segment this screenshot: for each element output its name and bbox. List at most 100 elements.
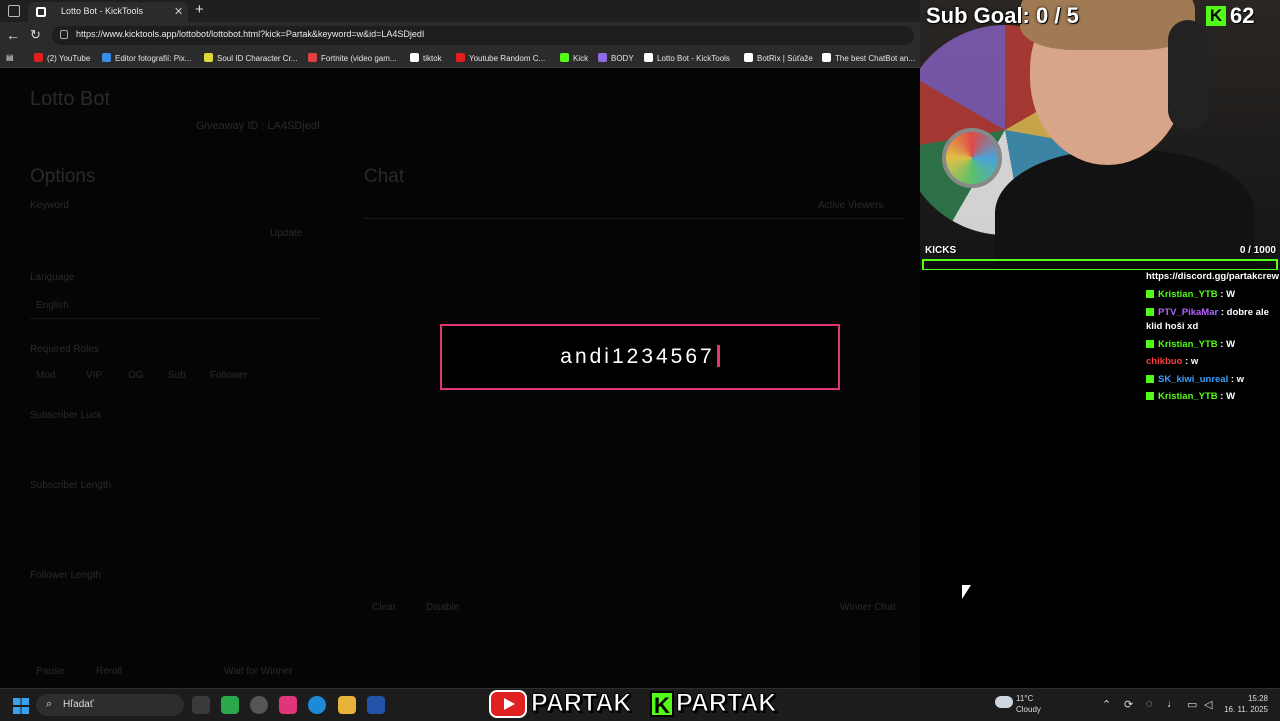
taskbar-search[interactable]: ⌕ Hľadať <box>36 694 184 716</box>
new-tab-icon[interactable]: + <box>195 1 204 18</box>
network-icon[interactable]: ▭ <box>1187 698 1197 711</box>
tab-close-icon[interactable]: ✕ <box>174 5 183 18</box>
role-sub-toggle[interactable]: Sub <box>168 370 186 381</box>
kick-brand-icon: K <box>650 691 674 718</box>
chat-text: : w <box>1182 356 1199 367</box>
chat-username: PTV_PikaMar <box>1158 306 1219 318</box>
bookmark-item[interactable]: tiktok <box>410 53 442 63</box>
bookmark-label: Kick <box>573 54 589 63</box>
cloudy-weather-icon[interactable] <box>995 696 1013 708</box>
kick-badge-icon <box>1146 392 1154 400</box>
chat-text: : W <box>1217 391 1236 402</box>
chat-message: SK_kiwi_unreal : w <box>1146 371 1278 389</box>
bookmark-favicon-icon <box>822 53 831 62</box>
language-select[interactable]: English <box>36 300 69 311</box>
role-og-toggle[interactable]: OG <box>128 370 144 381</box>
chat-username: Kristian_YTB <box>1158 391 1218 402</box>
task-view-icon[interactable] <box>192 696 210 714</box>
volume-icon[interactable]: ◁ <box>1204 698 1212 711</box>
pause-button[interactable]: Pause <box>36 666 64 677</box>
streamer-body <box>995 150 1255 270</box>
bookmark-item[interactable]: Fortnite (video gam... <box>308 53 397 63</box>
bookmark-label: (2) YouTube <box>47 54 91 63</box>
keyword-label: Keyword <box>30 200 69 211</box>
weather-desc: Cloudy <box>1016 705 1041 714</box>
bookmark-item[interactable]: Lotto Bot - KickTools <box>644 53 730 63</box>
winner-name-display: andi1234567 <box>442 345 838 369</box>
bookmark-favicon-icon <box>644 53 653 62</box>
disable-button[interactable]: Disable <box>426 602 459 613</box>
address-toolbar: ← ↻ https://www.kicktools.app/lottobot/l… <box>0 22 920 49</box>
obs-app-icon[interactable] <box>250 696 268 714</box>
bookmark-favicon-icon <box>456 53 465 62</box>
role-vip-toggle[interactable]: VIP <box>86 370 102 381</box>
winner-chat-label: Winner Chat <box>840 602 896 613</box>
bookmarks-menu-icon[interactable]: ▤ <box>6 53 14 62</box>
kick-badge-icon <box>1146 374 1154 383</box>
file-explorer-icon[interactable] <box>338 696 356 714</box>
bookmark-label: Editor fotografií: Pix... <box>115 54 192 63</box>
bookmark-favicon-icon <box>598 53 607 62</box>
kick-badge-icon <box>1146 307 1154 316</box>
chat-message: Kristian_YTB : W <box>1146 336 1278 354</box>
reroll-button[interactable]: Reroll <box>96 666 122 677</box>
bookmark-label: Fortnite (video gam... <box>321 54 397 63</box>
tab-favicon-icon <box>36 7 46 17</box>
bookmark-label: Lotto Bot - KickTools <box>657 54 730 63</box>
url-input[interactable]: https://www.kicktools.app/lottobot/lotto… <box>52 26 914 45</box>
required-roles-label: Required Roles <box>30 344 99 355</box>
sync-icon[interactable]: ⟳ <box>1124 698 1133 711</box>
bookmark-item[interactable]: (2) YouTube <box>34 53 90 63</box>
chat-username: https://discord.gg/partakcrew <box>1146 271 1280 282</box>
bookmark-favicon-icon <box>204 53 213 62</box>
mouse-cursor-icon <box>962 585 971 599</box>
bookmark-item[interactable]: Kick <box>560 53 588 63</box>
chat-message: https://discord.gg/partakcrew <box>1146 268 1280 286</box>
weather-widget[interactable]: 11°C Cloudy <box>1016 693 1041 715</box>
system-clock[interactable]: 15:28 16. 11. 2025 <box>1222 693 1268 715</box>
eye-icon[interactable]: ◌ <box>1146 698 1153 710</box>
winner-name: andi1234567 <box>560 345 715 368</box>
kick-badge-icon <box>1146 290 1154 298</box>
sub-goal-text: Sub Goal: 0 / 5 <box>926 3 1079 28</box>
start-icon[interactable] <box>13 698 29 714</box>
bookmark-favicon-icon <box>34 53 43 62</box>
wait-winner-button[interactable]: Wait for Winner <box>224 666 293 677</box>
window-menu-icon[interactable] <box>8 5 20 17</box>
role-follower-toggle[interactable]: Follower <box>210 370 248 381</box>
edge-browser-icon[interactable] <box>308 696 326 714</box>
bookmark-item[interactable]: BODY <box>598 53 634 63</box>
bookmark-label: Youtube Random C... <box>469 54 546 63</box>
reload-icon[interactable]: ↻ <box>30 27 41 43</box>
clear-button[interactable]: Clear <box>372 602 396 613</box>
search-label: Hľadať <box>63 699 94 710</box>
search-icon: ⌕ <box>46 698 53 710</box>
back-arrow-icon[interactable]: ← <box>6 27 20 43</box>
tiktok-app-icon[interactable] <box>279 696 297 714</box>
xbox-app-icon[interactable] <box>221 696 239 714</box>
bookmark-item[interactable]: Editor fotografií: Pix... <box>102 53 191 63</box>
bookmark-item[interactable]: Youtube Random C... <box>456 53 545 63</box>
webcam-overlay: Sub Goal: 0 / 5 K 62 KICKS 0 / 1000 <box>920 0 1280 270</box>
bookmark-item[interactable]: The best ChatBot an... <box>822 53 915 63</box>
bookmark-favicon-icon <box>102 53 111 62</box>
bookmark-label: BotRix | Súťaže <box>757 54 813 63</box>
browser-titlebar: Lotto Bot - KickTools ✕ + <box>0 0 920 22</box>
url-text: https://www.kicktools.app/lottobot/lotto… <box>76 29 425 39</box>
bookmark-item[interactable]: Soul ID Character Cr... <box>204 53 297 63</box>
bookmark-label: BODY <box>611 54 634 63</box>
bookmark-label: tiktok <box>423 54 442 63</box>
chat-username: Kristian_YTB <box>1158 289 1218 300</box>
kicks-label: KICKS <box>925 245 957 256</box>
browser-tab-active[interactable]: Lotto Bot - KickTools ✕ <box>28 2 188 22</box>
bookmark-favicon-icon <box>308 53 317 62</box>
microphone-icon[interactable]: ♩ <box>1167 698 1178 710</box>
update-button[interactable]: Update <box>270 228 302 239</box>
chevron-up-icon[interactable]: ⌃ <box>1102 698 1111 711</box>
app-icon[interactable] <box>367 696 385 714</box>
follower-length-label: Follower Length <box>30 570 102 581</box>
bookmark-favicon-icon <box>410 53 419 62</box>
chat-divider <box>364 218 904 219</box>
bookmark-item[interactable]: BotRix | Súťaže <box>744 53 813 63</box>
role-mod-toggle[interactable]: Mod <box>36 370 55 381</box>
